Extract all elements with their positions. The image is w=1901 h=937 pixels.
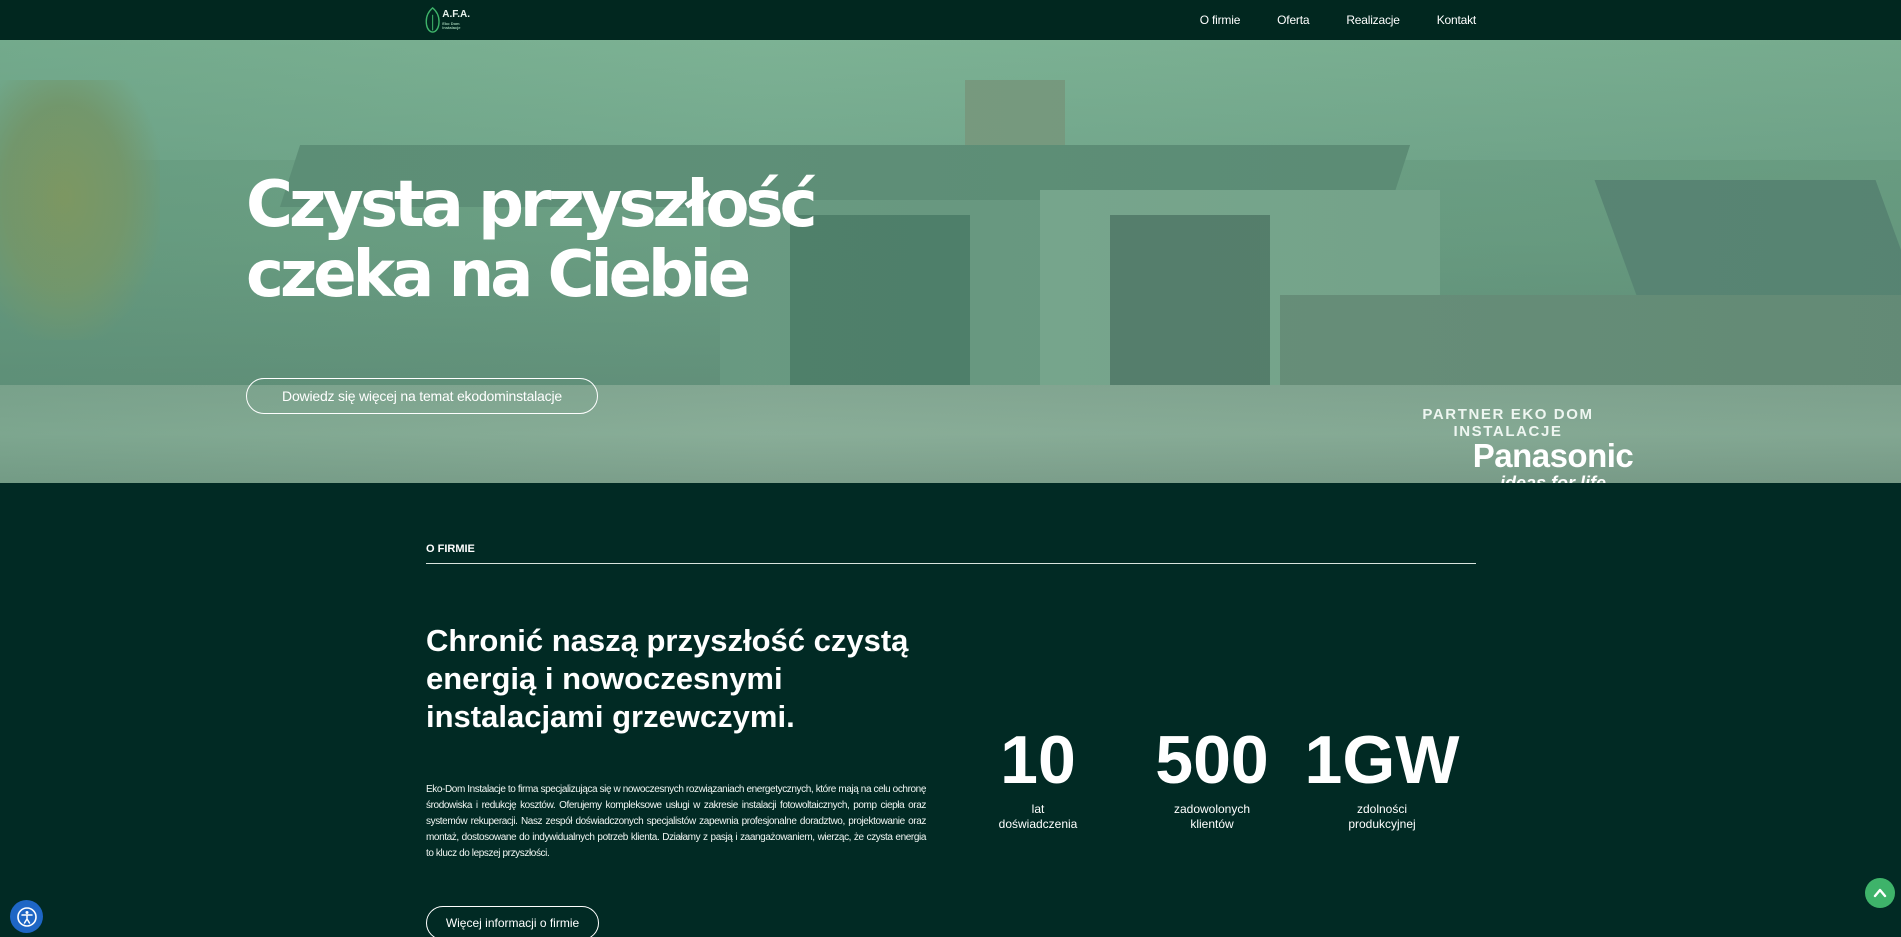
- nav-item-o-firmie[interactable]: O firmie: [1200, 13, 1241, 27]
- partner-logo[interactable]: Panasonic ideas for life: [1458, 438, 1648, 483]
- section-divider: [426, 563, 1476, 564]
- stat-years: 10 lat doświadczenia: [986, 722, 1090, 832]
- chevron-up-icon: [1873, 888, 1887, 898]
- stat-label: zadowolonych klientów: [1173, 802, 1251, 831]
- logo[interactable]: A.F.A. Eko Dom Instalacje: [424, 3, 474, 37]
- logo-text: A.F.A. Eko Dom Instalacje: [442, 10, 474, 30]
- hero-title: Czysta przyszłość czeka na Ciebie: [246, 170, 886, 310]
- logo-subtitle: Eko Dom Instalacje: [442, 21, 461, 30]
- stat-label: lat doświadczenia: [998, 802, 1078, 831]
- stat-value: 10: [1000, 722, 1076, 798]
- partner-label: PARTNER EKO DOM INSTALACJE: [1422, 406, 1594, 440]
- main-menu: O firmie Oferta Realizacje Kontakt: [1200, 0, 1476, 40]
- about-description: Eko-Dom Instalacje to firma specjalizują…: [426, 784, 926, 859]
- nav-item-realizacje[interactable]: Realizacje: [1346, 13, 1400, 27]
- partner-brand: Panasonic: [1472, 438, 1634, 474]
- stat-label: zdolności produkcyjnej: [1348, 802, 1416, 831]
- hero-title-line-2: czeka na Ciebie: [246, 238, 751, 312]
- stat-value: 1GW: [1304, 722, 1460, 798]
- accessibility-icon: [16, 906, 37, 927]
- hero-title-line-1: Czysta przyszłość: [246, 168, 818, 242]
- stat-clients: 500 zadowolonych klientów: [1147, 722, 1277, 832]
- stat-capacity: 1GW zdolności produkcyjnej: [1302, 722, 1462, 832]
- leaf-house-icon: [425, 6, 440, 33]
- nav-item-oferta[interactable]: Oferta: [1277, 13, 1309, 27]
- accessibility-button[interactable]: [10, 900, 43, 933]
- about-heading: Chronić naszą przyszłość czystą energią …: [426, 623, 909, 734]
- stat-value: 500: [1155, 722, 1269, 798]
- nav-item-kontakt[interactable]: Kontakt: [1437, 13, 1476, 27]
- learn-more-button[interactable]: Dowiedz się więcej na temat ekodominstal…: [246, 378, 598, 414]
- scroll-to-top-button[interactable]: [1865, 878, 1895, 908]
- section-label: O FIRMIE: [426, 543, 475, 555]
- partner-tagline: ideas for life: [1499, 473, 1607, 483]
- top-navigation: A.F.A. Eko Dom Instalacje O firmie Ofert…: [0, 0, 1901, 40]
- more-info-button[interactable]: Więcej informacji o firmie: [426, 906, 599, 937]
